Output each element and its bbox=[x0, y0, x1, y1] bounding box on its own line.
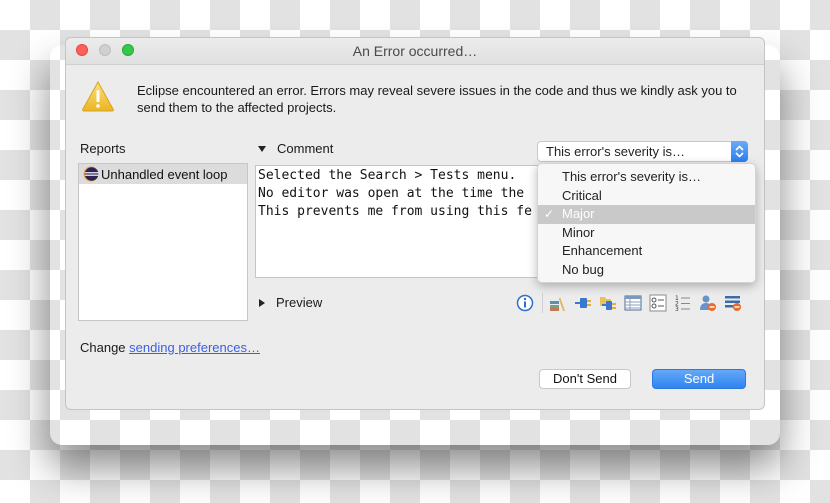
option-label: Enhancement bbox=[562, 243, 643, 258]
severity-select-value: This error's severity is… bbox=[546, 144, 686, 159]
report-item-label: Unhandled event loop bbox=[101, 166, 228, 182]
table-icon[interactable] bbox=[624, 294, 642, 312]
severity-select[interactable]: This error's severity is… bbox=[537, 141, 748, 162]
option-label: Minor bbox=[562, 224, 595, 240]
plugin-folder-icon[interactable] bbox=[599, 294, 617, 312]
plugin-icon[interactable] bbox=[574, 294, 592, 312]
svg-text:3: 3 bbox=[675, 306, 679, 312]
error-message: Eclipse encountered an error. Errors may… bbox=[137, 83, 737, 115]
severity-option[interactable]: This error's severity is… bbox=[538, 168, 755, 187]
option-label: No bug bbox=[562, 261, 604, 277]
report-item[interactable]: Unhandled event loop bbox=[79, 164, 247, 184]
info-icon[interactable] bbox=[516, 294, 534, 312]
numbered-list-icon[interactable]: 123 bbox=[674, 294, 692, 312]
toolbar-separator bbox=[542, 293, 543, 313]
warning-icon bbox=[82, 80, 114, 112]
window-title: An Error occurred… bbox=[352, 43, 478, 59]
change-prefix: Change bbox=[80, 340, 126, 355]
eclipse-icon bbox=[83, 166, 99, 182]
comment-section-toggle[interactable]: Comment bbox=[256, 141, 333, 156]
severity-option[interactable]: Minor bbox=[538, 224, 755, 243]
bundles-icon[interactable] bbox=[549, 294, 567, 312]
option-label: Critical bbox=[562, 187, 602, 203]
list-remove-icon[interactable] bbox=[724, 294, 742, 312]
details-toolbar: 123 bbox=[516, 292, 749, 314]
options-list-icon[interactable] bbox=[649, 294, 667, 312]
disclosure-collapsed-icon bbox=[259, 298, 265, 307]
comment-label: Comment bbox=[277, 141, 334, 156]
comment-textarea[interactable]: Selected the Search > Tests menu. No edi… bbox=[255, 165, 555, 278]
option-label: This error's severity is… bbox=[562, 169, 702, 184]
reports-list[interactable]: Unhandled event loop bbox=[78, 163, 248, 321]
error-dialog: An Error occurred… Eclipse encountered a… bbox=[65, 37, 765, 410]
checkmark-icon: ✓ bbox=[544, 207, 555, 221]
chevron-up-down-icon bbox=[735, 145, 744, 158]
preview-section-toggle[interactable]: Preview bbox=[256, 295, 322, 310]
change-preferences-row: Change sending preferences… bbox=[80, 340, 260, 355]
severity-dropdown-menu: This error's severity is… Critical ✓ Majo… bbox=[537, 163, 756, 283]
dont-send-button[interactable]: Don't Send bbox=[539, 369, 631, 389]
severity-option-selected[interactable]: ✓ Major bbox=[538, 205, 755, 224]
send-button[interactable]: Send bbox=[652, 369, 746, 389]
severity-option[interactable]: Enhancement bbox=[538, 242, 755, 261]
title-bar[interactable]: An Error occurred… bbox=[66, 38, 764, 65]
severity-option[interactable]: Critical bbox=[538, 187, 755, 206]
user-remove-icon[interactable] bbox=[699, 294, 717, 312]
select-stepper[interactable] bbox=[731, 141, 748, 162]
disclosure-expanded-icon bbox=[258, 145, 266, 152]
sending-preferences-link[interactable]: sending preferences… bbox=[129, 340, 260, 355]
preview-label: Preview bbox=[276, 295, 323, 310]
reports-label: Reports bbox=[80, 141, 126, 156]
option-label: Major bbox=[562, 206, 595, 221]
severity-option[interactable]: No bug bbox=[538, 261, 755, 280]
